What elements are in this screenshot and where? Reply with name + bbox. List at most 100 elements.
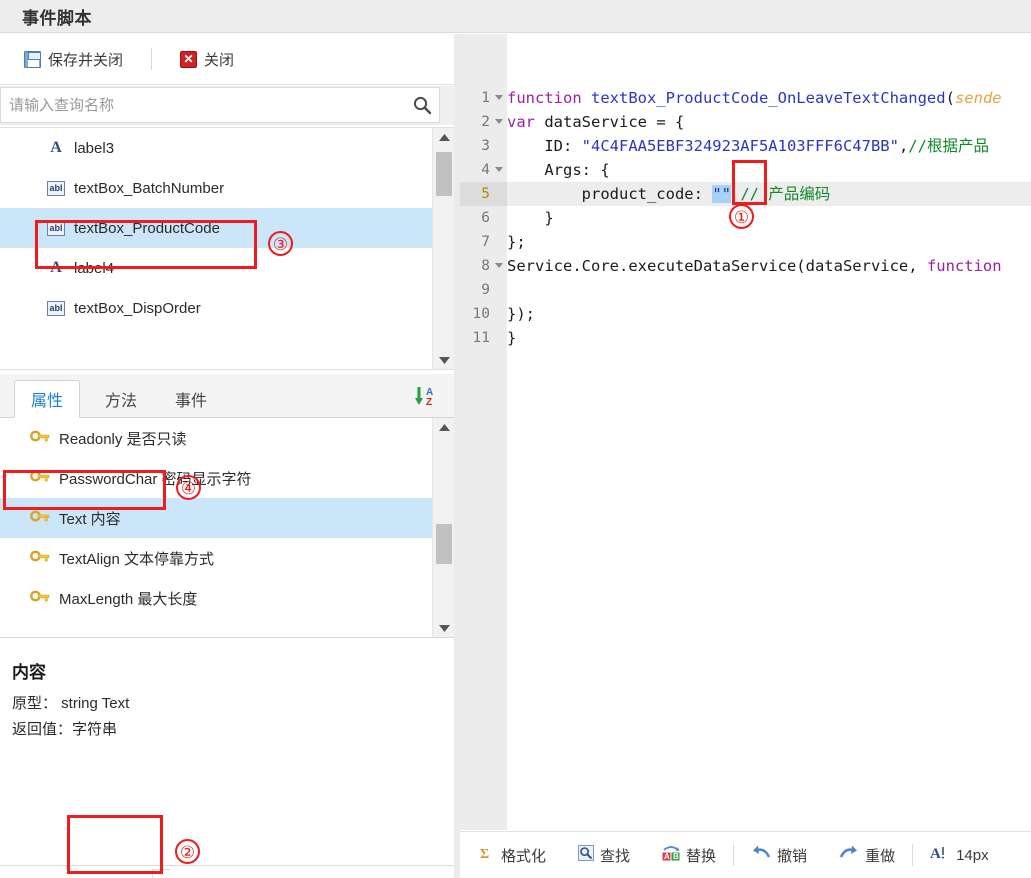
search-box[interactable]: [0, 87, 440, 123]
scroll-down-arrow-icon[interactable]: [433, 619, 454, 637]
key-icon: [30, 590, 50, 606]
object-tree-panel: A label3 abl textBox_BatchNumber abl tex…: [0, 127, 454, 370]
tree-item-textbox-productcode[interactable]: abl textBox_ProductCode: [0, 208, 432, 248]
fold-arrow-icon[interactable]: [495, 95, 503, 100]
tab-properties[interactable]: 属性: [14, 380, 81, 418]
svg-text:Σ: Σ: [480, 847, 489, 861]
font-size-button[interactable]: A 14px: [924, 841, 995, 869]
code-line-8[interactable]: Service.Core.executeDataService(dataServ…: [507, 254, 1031, 278]
tree-item-label: label3: [74, 139, 115, 157]
tab-components[interactable]: 组件: [0, 867, 68, 878]
code-lines[interactable]: function textBox_ProductCode_OnLeaveText…: [507, 86, 1031, 350]
close-button[interactable]: ✕ 关闭: [174, 46, 240, 73]
property-row-passwordchar[interactable]: PasswordChar 密码显示字符: [0, 458, 432, 498]
scroll-down-arrow-icon[interactable]: [433, 351, 454, 369]
line-number[interactable]: 3: [460, 134, 507, 158]
undo-button[interactable]: 撤销: [745, 842, 813, 869]
token-plain: });: [507, 305, 535, 323]
scrollbar-thumb[interactable]: [436, 152, 452, 196]
property-row-text[interactable]: Text 内容: [0, 498, 432, 538]
token-punct: (: [945, 89, 955, 107]
left-panel: 保存并关闭 ✕ 关闭 请输入查询名称 A label3 abl textBox_…: [0, 34, 454, 878]
tab-label: 方法: [105, 393, 138, 410]
token-function-name: textBox_ProductCode_OnLeaveTextChanged: [581, 89, 946, 107]
redo-button[interactable]: 重做: [833, 842, 901, 869]
fold-arrow-icon[interactable]: [495, 119, 503, 124]
code-line-4[interactable]: Args: {: [507, 158, 1031, 182]
properties-section: 属性 方法 事件 A Z Readonly 是否只读 PasswordChar …: [0, 374, 454, 638]
scrollbar-thumb[interactable]: [436, 524, 452, 564]
line-number[interactable]: 8: [460, 254, 507, 278]
property-row-maxlength[interactable]: MaxLength 最大长度: [0, 578, 432, 618]
description-prototype: 原型： string Text: [12, 695, 130, 712]
replace-label: 替换: [686, 847, 717, 865]
code-line-5[interactable]: product_code: "" // 产品编码: [507, 182, 1031, 206]
object-tree-scrollbar[interactable]: [432, 128, 454, 369]
tree-item-textbox-disporder[interactable]: abl textBox_DispOrder: [0, 288, 432, 328]
tree-item-label: textBox_ProductCode: [74, 219, 220, 237]
property-row-textalign[interactable]: TextAlign 文本停靠方式: [0, 538, 432, 578]
line-number[interactable]: 1: [460, 86, 507, 110]
sort-az-icon[interactable]: A Z: [412, 384, 442, 408]
tab-methods[interactable]: 方法: [88, 380, 154, 418]
scroll-up-arrow-icon[interactable]: [433, 418, 454, 436]
format-button[interactable]: Σ 格式化: [473, 842, 552, 869]
description-panel: 内容 原型： string Text 返回值：字符串: [0, 640, 454, 866]
token-comment: // 产品编码: [730, 185, 831, 203]
code-line-9[interactable]: [507, 278, 1031, 302]
svg-text:A: A: [664, 852, 670, 861]
token-keyword: var: [507, 113, 535, 131]
properties-tabbar: 属性 方法 事件 A Z: [0, 374, 454, 418]
search-icon[interactable]: [405, 88, 439, 122]
redo-label: 重做: [865, 847, 896, 865]
find-button[interactable]: 查找: [572, 842, 636, 869]
code-editor-panel[interactable]: 1 2 3 4 5 6 7 8 9 10 11 function textBox…: [460, 34, 1031, 830]
fold-arrow-icon[interactable]: [495, 263, 503, 268]
token-plain: }: [507, 209, 554, 227]
toolbar-divider: [151, 48, 153, 70]
tab-object-tree[interactable]: 对象树: [68, 867, 152, 878]
replace-button[interactable]: A B 替换: [656, 842, 722, 869]
key-icon: [30, 470, 50, 486]
line-number[interactable]: 7: [460, 230, 507, 254]
code-line-1[interactable]: function textBox_ProductCode_OnLeaveText…: [507, 86, 1031, 110]
floppy-disk-icon: [24, 50, 41, 68]
line-number-current[interactable]: 5: [460, 182, 507, 206]
line-number[interactable]: 6: [460, 206, 507, 230]
token-plain: product_code:: [507, 185, 713, 203]
line-number[interactable]: 4: [460, 158, 507, 182]
code-line-3[interactable]: ID: "4C4FAA5EBF324923AF5A103FFF6C47BB",/…: [507, 134, 1031, 158]
code-line-11[interactable]: }: [507, 326, 1031, 350]
fold-arrow-icon[interactable]: [495, 167, 503, 172]
code-line-6[interactable]: }: [507, 206, 1031, 230]
line-number[interactable]: 10: [460, 302, 507, 326]
token-plain: Args: {: [507, 161, 610, 179]
tree-item-label3[interactable]: A label3: [0, 128, 432, 168]
properties-scrollbar[interactable]: [432, 418, 454, 637]
code-line-10[interactable]: });: [507, 302, 1031, 326]
code-area[interactable]: 1 2 3 4 5 6 7 8 9 10 11 function textBox…: [460, 34, 1031, 830]
label-a-icon: A: [50, 139, 62, 156]
search-input[interactable]: [1, 88, 405, 122]
tab-label: 事件: [175, 393, 208, 410]
empty-string-literal[interactable]: "": [712, 185, 731, 203]
line-number[interactable]: 2: [460, 110, 507, 134]
code-line-7[interactable]: };: [507, 230, 1031, 254]
svg-text:B: B: [673, 852, 679, 861]
code-toolbar-divider: [912, 844, 914, 866]
tree-item-label4[interactable]: A label4: [0, 248, 432, 288]
tree-item-textbox-batchnumber[interactable]: abl textBox_BatchNumber: [0, 168, 432, 208]
token-comment: //根据产品: [908, 137, 989, 155]
code-line-2[interactable]: var dataService = {: [507, 110, 1031, 134]
replace-ab-icon: A B: [662, 845, 680, 865]
tree-item-label: textBox_BatchNumber: [74, 179, 225, 197]
tree-item-label: textBox_DispOrder: [74, 299, 201, 317]
tab-events[interactable]: 事件: [158, 380, 224, 418]
scroll-up-arrow-icon[interactable]: [433, 128, 454, 146]
line-number[interactable]: 9: [460, 278, 507, 302]
close-label: 关闭: [204, 51, 235, 69]
property-row-readonly[interactable]: Readonly 是否只读: [0, 418, 432, 458]
tree-item-label: label4: [74, 259, 115, 277]
line-number[interactable]: 11: [460, 326, 507, 350]
save-and-close-button[interactable]: 保存并关闭: [18, 46, 129, 73]
